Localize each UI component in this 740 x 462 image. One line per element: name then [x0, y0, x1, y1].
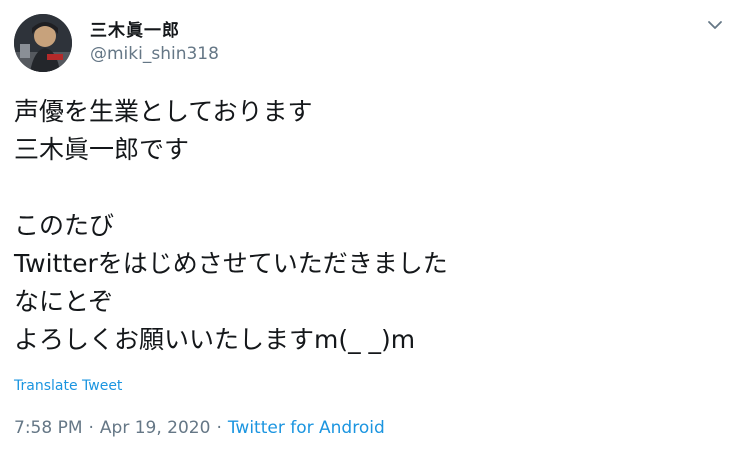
tweet-text-line: 三木眞一郎です [14, 135, 190, 164]
tweet-text-line [14, 169, 714, 207]
tweet-card: 三木眞一郎 @miki_shin318 声優を生業としております 三木眞一郎です… [0, 0, 740, 462]
user-handle[interactable]: @miki_shin318 [90, 44, 219, 64]
meta-separator: · [88, 418, 94, 438]
avatar[interactable] [14, 14, 72, 72]
meta-separator: · [216, 418, 222, 438]
avatar-image [14, 14, 72, 72]
tweet-text-line: Twitterをはじめさせていただきました [14, 249, 448, 278]
tweet-text: 声優を生業としております 三木眞一郎です このたび Twitterをはじめさせて… [14, 93, 714, 359]
tweet-meta: 7:58 PM · Apr 19, 2020 · Twitter for Android [14, 418, 385, 438]
translate-tweet-link[interactable]: Translate Tweet [14, 378, 122, 394]
tweet-text-line: よろしくお願いいたしますm(_ _)m [14, 325, 416, 354]
display-name[interactable]: 三木眞一郎 [90, 16, 180, 41]
tweet-text-line: このたび [14, 211, 115, 240]
tweet-date[interactable]: Apr 19, 2020 [100, 418, 211, 438]
tweet-text-line: 声優を生業としております [14, 97, 313, 126]
tweet-time[interactable]: 7:58 PM [14, 418, 83, 438]
chevron-down-icon[interactable] [704, 14, 726, 36]
tweet-source-link[interactable]: Twitter for Android [228, 418, 385, 438]
tweet-text-line: なにとぞ [14, 287, 114, 316]
